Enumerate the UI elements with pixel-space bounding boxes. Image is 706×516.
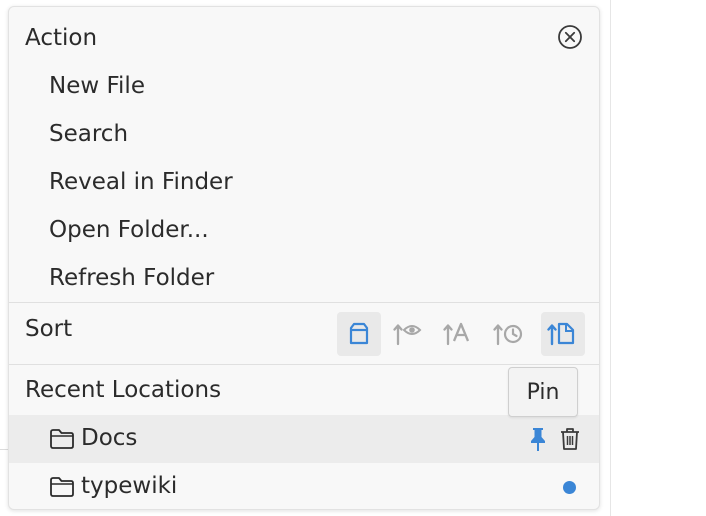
background-divider bbox=[0, 449, 8, 450]
current-location-indicator bbox=[563, 481, 576, 494]
menu-item-refresh-folder[interactable]: Refresh Folder bbox=[49, 265, 214, 291]
sort-ascending-button[interactable] bbox=[541, 312, 585, 356]
sort-by-visited-button[interactable] bbox=[387, 312, 431, 356]
action-section-title: Action bbox=[25, 25, 98, 51]
menu-item-search[interactable]: Search bbox=[49, 121, 128, 147]
pin-tooltip: Pin bbox=[508, 367, 578, 417]
section-divider bbox=[9, 364, 599, 365]
sort-by-name-button[interactable] bbox=[437, 312, 481, 356]
close-circle-icon bbox=[558, 25, 582, 49]
sort-by-visited-icon bbox=[393, 324, 422, 346]
sort-by-modified-icon bbox=[493, 324, 523, 346]
sort-by-modified-button[interactable] bbox=[487, 312, 531, 356]
sort-ascending-file-icon bbox=[547, 322, 575, 346]
recent-location-typewiki[interactable]: typewiki bbox=[9, 463, 599, 509]
trash-icon[interactable] bbox=[559, 426, 581, 452]
recent-location-label: Docs bbox=[81, 425, 138, 451]
menu-item-reveal-in-finder[interactable]: Reveal in Finder bbox=[49, 169, 233, 195]
pin-icon[interactable] bbox=[527, 426, 549, 452]
sort-file-type-button[interactable] bbox=[337, 312, 381, 356]
recent-locations-title: Recent Locations bbox=[25, 377, 222, 403]
recent-location-label: typewiki bbox=[81, 473, 178, 499]
section-divider bbox=[9, 302, 599, 303]
folder-icon bbox=[50, 429, 74, 449]
menu-item-open-folder[interactable]: Open Folder... bbox=[49, 217, 209, 243]
file-type-icon bbox=[349, 322, 369, 345]
sort-section-title: Sort bbox=[25, 316, 73, 342]
sort-by-name-icon bbox=[443, 322, 470, 346]
sidebar-popover: Action New File Search Reveal in Finder … bbox=[8, 6, 600, 510]
menu-item-new-file[interactable]: New File bbox=[49, 73, 145, 99]
recent-location-docs[interactable]: Docs bbox=[9, 415, 599, 463]
close-button[interactable] bbox=[556, 23, 584, 51]
folder-icon bbox=[50, 477, 74, 497]
